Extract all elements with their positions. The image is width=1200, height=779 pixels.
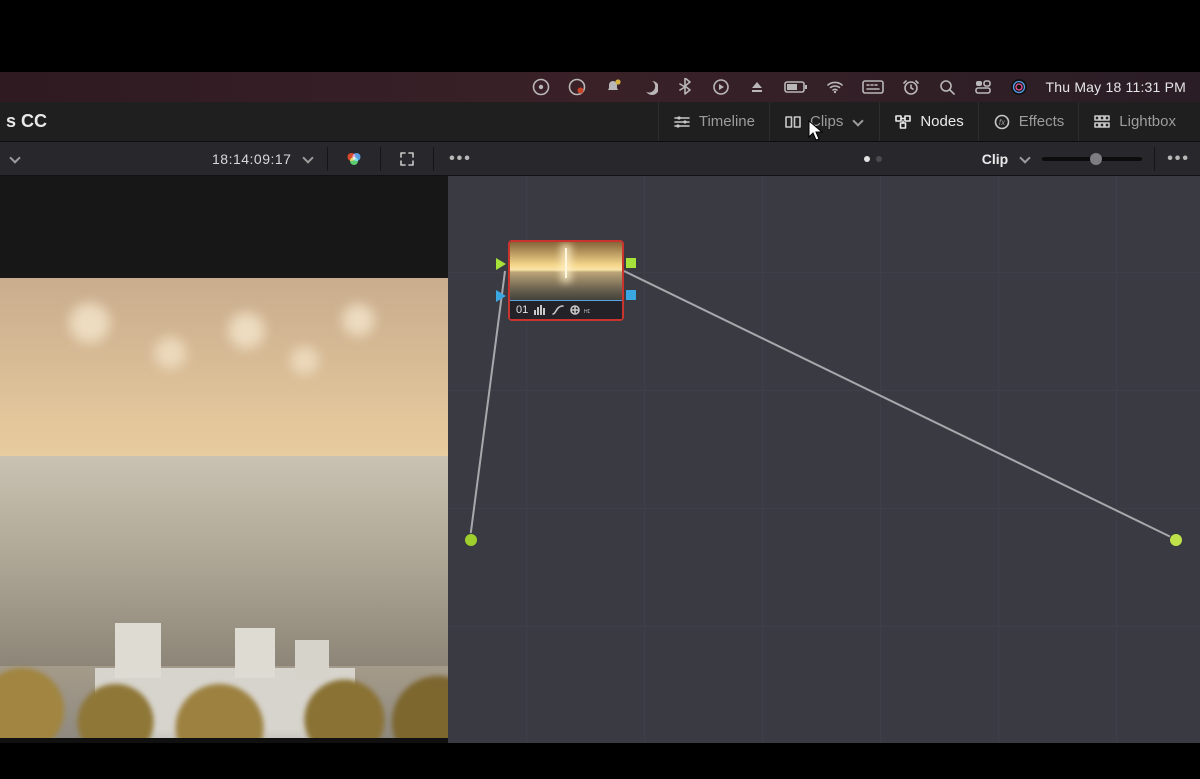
notification-bell-icon[interactable] [604,78,622,96]
node-thumbnail [510,242,622,300]
tab-lightbox[interactable]: Lightbox [1078,102,1190,141]
node-scopes-icon [534,305,546,315]
tab-timeline[interactable]: Timeline [658,102,769,141]
secondary-toolbar: 18:14:09:17 ••• Clip [0,142,1200,176]
viewer-foliage [0,638,448,738]
clips-dropdown-icon [851,115,865,129]
timecode-display[interactable]: 18:14:09:17 [212,151,291,167]
viewer-toolbar-left: 18:14:09:17 ••• [0,142,474,175]
node-editor-panel[interactable]: 01 HDR [448,176,1200,743]
lightbox-icon [1093,113,1111,131]
eject-icon[interactable] [748,78,766,96]
project-title: s CC [0,111,47,132]
node-curves-icon [552,305,564,315]
viewer-panel [0,176,448,743]
timecode-dropdown-icon[interactable] [301,152,315,166]
viewer-options-icon[interactable]: ••• [446,145,474,173]
separator [380,147,381,171]
battery-icon[interactable] [784,78,808,96]
play-circle-icon[interactable] [712,78,730,96]
page-indicator[interactable] [864,156,882,162]
node-hdr-icon: HDR [570,305,590,315]
viewer-clouds [0,278,448,428]
node-info-bar: 01 HDR [510,300,622,319]
separator [327,147,328,171]
zoom-slider[interactable] [1042,157,1142,161]
node-number: 01 [516,304,528,316]
svg-text:fx: fx [999,118,1006,127]
spotlight-search-icon[interactable] [938,78,956,96]
bluetooth-icon[interactable] [676,78,694,96]
menubar-status-icons [532,78,1028,96]
expand-viewer-icon[interactable] [393,145,421,173]
tab-lightbox-label: Lightbox [1119,113,1176,130]
corrector-node-01[interactable]: 01 HDR [508,240,624,321]
clips-icon [784,113,802,131]
viewer-dropdown-icon[interactable] [8,152,22,166]
bypass-grades-icon[interactable] [340,145,368,173]
clip-mode-dropdown-icon[interactable] [1018,152,1032,166]
node-input-alpha-icon[interactable] [496,290,506,302]
timeline-icon [673,113,691,131]
siri-icon[interactable] [1010,78,1028,96]
alarm-icon[interactable] [902,78,920,96]
graph-output-port[interactable] [1169,533,1183,547]
screen-record-icon[interactable] [568,78,586,96]
page-dot-active [864,156,870,162]
effects-icon: fx [993,113,1011,131]
main-area: 01 HDR [0,176,1200,743]
viewer-letterbox [0,176,448,278]
separator [1154,147,1155,171]
tab-nodes-label: Nodes [920,113,963,130]
clip-mode-label[interactable]: Clip [982,151,1008,167]
obs-icon[interactable] [532,78,550,96]
node-output-rgb-icon[interactable] [626,258,636,268]
tab-clips-label: Clips [810,113,843,130]
wifi-icon[interactable] [826,78,844,96]
node-output-alpha-icon[interactable] [626,290,636,300]
menubar-datetime[interactable]: Thu May 18 11:31 PM [1046,79,1187,95]
macos-menubar: Thu May 18 11:31 PM [0,72,1200,102]
do-not-disturb-icon[interactable] [640,78,658,96]
app-titlebar: s CC Timeline Clips Nodes [0,102,1200,142]
node-editor-toolbar-right: Clip ••• [864,142,1190,176]
node-editor-options-icon[interactable]: ••• [1167,150,1190,168]
viewer-image[interactable] [0,278,448,738]
keyboard-language-icon[interactable] [862,78,884,96]
page-dot [876,156,882,162]
tab-nodes[interactable]: Nodes [879,102,977,141]
separator [433,147,434,171]
tab-clips[interactable]: Clips [769,102,879,141]
workspace-tabs: Timeline Clips Nodes fx Effects [658,102,1200,141]
graph-input-port[interactable] [464,533,478,547]
control-center-icon[interactable] [974,78,992,96]
nodes-icon [894,113,912,131]
tab-effects[interactable]: fx Effects [978,102,1079,141]
tab-timeline-label: Timeline [699,113,755,130]
tab-effects-label: Effects [1019,113,1065,130]
zoom-slider-knob[interactable] [1090,153,1102,165]
node-input-rgb-icon[interactable] [496,258,506,270]
svg-text:HDR: HDR [584,309,590,315]
